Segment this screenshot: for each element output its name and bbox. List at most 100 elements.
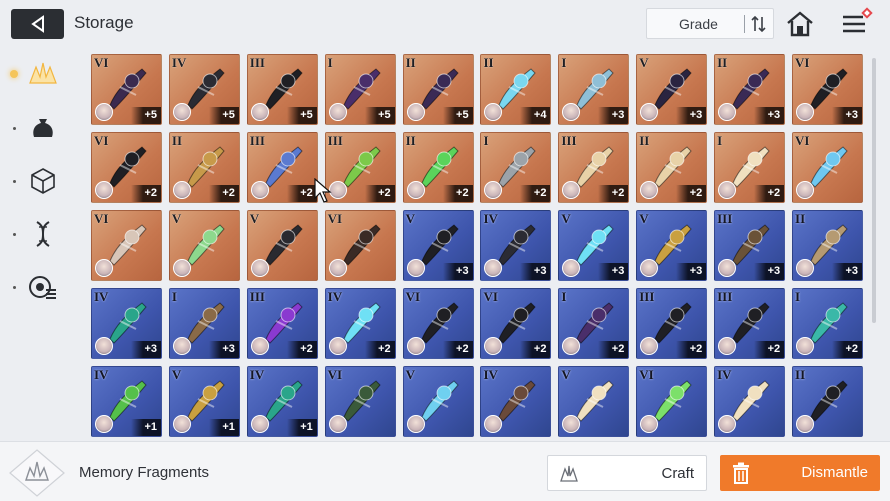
dismantle-button[interactable]: Dismantle — [720, 455, 880, 491]
enhancement-level: +2 — [364, 185, 395, 202]
memory-fragment-item[interactable]: VI +3 — [792, 54, 864, 125]
active-indicator — [10, 70, 18, 78]
memory-fragment-item[interactable]: I +2 — [714, 132, 786, 203]
memory-fragment-item[interactable]: III +2 — [714, 288, 786, 359]
owner-avatar — [484, 181, 503, 199]
owner-avatar — [562, 103, 581, 121]
category-label: Memory Fragments — [79, 464, 210, 481]
enhancement-level: +3 — [676, 263, 707, 280]
memory-fragment-item[interactable]: VI — [636, 366, 708, 437]
enhancement-level: +2 — [442, 185, 473, 202]
memory-fragment-item[interactable]: VI — [91, 210, 162, 281]
enhancement-level: +3 — [832, 107, 863, 124]
memory-fragment-item[interactable]: II +2 — [168, 132, 240, 203]
memory-fragment-item[interactable]: V +3 — [402, 210, 474, 281]
enhancement-level: +1 — [131, 419, 161, 436]
grade-sort-dropdown[interactable]: Grade — [646, 8, 774, 39]
memory-fragment-item[interactable]: III +5 — [246, 54, 318, 125]
grid-scrollbar[interactable] — [872, 58, 876, 323]
owner-avatar — [640, 259, 659, 277]
memory-fragment-item[interactable]: IV +2 — [324, 288, 396, 359]
memory-fragment-item[interactable]: II +5 — [402, 54, 474, 125]
memory-fragment-item[interactable]: II +3 — [714, 54, 786, 125]
memory-fragment-item[interactable]: VI — [324, 366, 396, 437]
enhancement-level: +5 — [131, 107, 161, 124]
memory-fragment-item[interactable]: VI +2 — [480, 288, 552, 359]
item-grid: VI +5 IV +5 III +5 I +5 II +5 II +4 I +3 V +3 II +3 VI +3 VI… — [91, 54, 864, 438]
memory-fragment-item[interactable]: VI +2 — [402, 288, 474, 359]
enhancement-level: +2 — [520, 341, 551, 358]
sort-label: Grade — [679, 16, 718, 32]
sidebar-item-pouch[interactable] — [24, 109, 62, 147]
memory-fragment-item[interactable]: I +2 — [480, 132, 552, 203]
memory-fragment-item[interactable]: I +2 — [558, 288, 630, 359]
memory-fragment-item[interactable]: III +3 — [714, 210, 786, 281]
craft-button[interactable]: Craft — [547, 455, 707, 491]
memory-fragment-item[interactable]: III +2 — [246, 132, 318, 203]
notification-badge-icon — [861, 7, 873, 19]
back-button[interactable] — [11, 9, 64, 39]
owner-avatar — [172, 415, 191, 433]
owner-avatar — [95, 103, 113, 121]
memory-fragment-item[interactable]: V +3 — [636, 54, 708, 125]
memory-fragment-item[interactable]: II +4 — [480, 54, 552, 125]
owner-avatar — [172, 337, 191, 355]
enhancement-level: +2 — [832, 341, 863, 358]
memory-fragment-item[interactable]: III +2 — [324, 132, 396, 203]
memory-fragment-item[interactable]: IV +3 — [91, 288, 162, 359]
memory-fragment-item[interactable]: III +2 — [558, 132, 630, 203]
memory-fragment-item[interactable]: IV +5 — [168, 54, 240, 125]
owner-avatar — [640, 181, 659, 199]
owner-avatar — [796, 415, 815, 433]
memory-fragment-item[interactable]: V +3 — [636, 210, 708, 281]
enhancement-level: +2 — [442, 341, 473, 358]
home-icon[interactable] — [785, 9, 815, 39]
memory-fragment-item[interactable]: V — [168, 210, 240, 281]
enhancement-level: +3 — [832, 263, 863, 280]
memory-fragment-item[interactable]: II +3 — [792, 210, 864, 281]
enhancement-level: +4 — [520, 107, 551, 124]
enhancement-level: +3 — [208, 341, 239, 358]
sidebar-item-memory-fragments[interactable] — [24, 55, 62, 93]
enhancement-level: +3 — [442, 263, 473, 280]
memory-fragment-item[interactable]: II +2 — [402, 132, 474, 203]
memory-fragment-item[interactable]: IV +1 — [246, 366, 318, 437]
owner-avatar — [250, 415, 269, 433]
sidebar-item-equipment[interactable] — [24, 268, 62, 306]
memory-fragment-item[interactable]: VI — [792, 132, 864, 203]
owner-avatar — [484, 337, 503, 355]
memory-fragment-item[interactable]: IV — [714, 366, 786, 437]
memory-fragment-item[interactable]: II +2 — [636, 132, 708, 203]
memory-fragment-item[interactable]: V +1 — [168, 366, 240, 437]
memory-fragment-item[interactable]: VI +5 — [91, 54, 162, 125]
memory-fragment-item[interactable]: V +3 — [558, 210, 630, 281]
owner-avatar — [250, 259, 269, 277]
memory-fragment-item[interactable]: I +3 — [558, 54, 630, 125]
owner-avatar — [718, 337, 737, 355]
memory-fragment-item[interactable]: IV — [480, 366, 552, 437]
memory-fragment-item[interactable]: III +2 — [636, 288, 708, 359]
memory-fragment-item[interactable]: III +2 — [246, 288, 318, 359]
gear-list-icon — [29, 276, 56, 299]
memory-fragment-item[interactable]: V — [558, 366, 630, 437]
owner-avatar — [250, 181, 269, 199]
memory-fragment-item[interactable]: V — [402, 366, 474, 437]
owner-avatar — [484, 103, 503, 121]
memory-fragment-item[interactable]: IV +3 — [480, 210, 552, 281]
memory-fragment-item[interactable]: IV +1 — [91, 366, 162, 437]
memory-fragment-item[interactable]: VI — [324, 210, 396, 281]
memory-fragment-item[interactable]: I +2 — [792, 288, 864, 359]
memory-fragment-item[interactable]: II — [792, 366, 864, 437]
memory-fragment-item[interactable]: V — [246, 210, 318, 281]
owner-avatar — [172, 103, 191, 121]
sort-order-icon[interactable] — [751, 15, 767, 33]
memory-fragment-icon — [29, 62, 57, 84]
craft-icon — [560, 465, 578, 482]
sidebar-item-dna[interactable] — [24, 215, 62, 253]
sidebar-item-cube[interactable] — [24, 162, 62, 200]
memory-fragment-item[interactable]: I +5 — [324, 54, 396, 125]
memory-fragment-category-icon — [9, 449, 65, 497]
owner-avatar — [172, 181, 191, 199]
memory-fragment-item[interactable]: VI +2 — [91, 132, 162, 203]
memory-fragment-item[interactable]: I +3 — [168, 288, 240, 359]
